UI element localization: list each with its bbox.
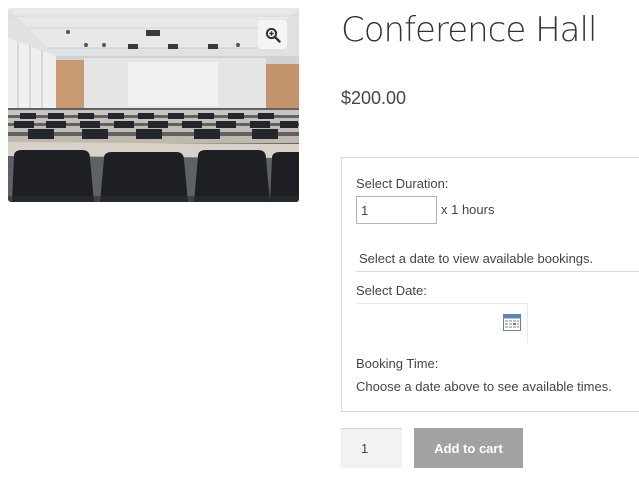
duration-unit-label: x 1 hours bbox=[441, 202, 495, 217]
booking-time-label: Booking Time: bbox=[356, 356, 439, 371]
product-title: Conference Hall bbox=[341, 10, 597, 50]
zoom-button[interactable] bbox=[258, 20, 287, 49]
product-page: Conference Hall $200.00 Select Duration:… bbox=[0, 0, 639, 495]
magnifier-zoom-icon bbox=[265, 27, 281, 43]
product-image bbox=[8, 8, 299, 202]
booking-time-message: Choose a date above to see available tim… bbox=[356, 379, 612, 394]
calendar-icon[interactable] bbox=[503, 314, 521, 331]
conference-room-photo bbox=[8, 8, 299, 202]
availability-message: Select a date to view available bookings… bbox=[356, 244, 639, 272]
add-to-cart-button[interactable]: Add to cart bbox=[414, 428, 523, 468]
duration-input[interactable] bbox=[356, 196, 437, 224]
quantity-input[interactable] bbox=[341, 428, 402, 468]
date-label: Select Date: bbox=[356, 283, 427, 298]
product-price: $200.00 bbox=[341, 88, 407, 108]
date-picker-field[interactable] bbox=[356, 303, 528, 343]
booking-form: Select Duration: x 1 hours Select a date… bbox=[341, 157, 639, 412]
duration-label: Select Duration: bbox=[356, 176, 449, 191]
